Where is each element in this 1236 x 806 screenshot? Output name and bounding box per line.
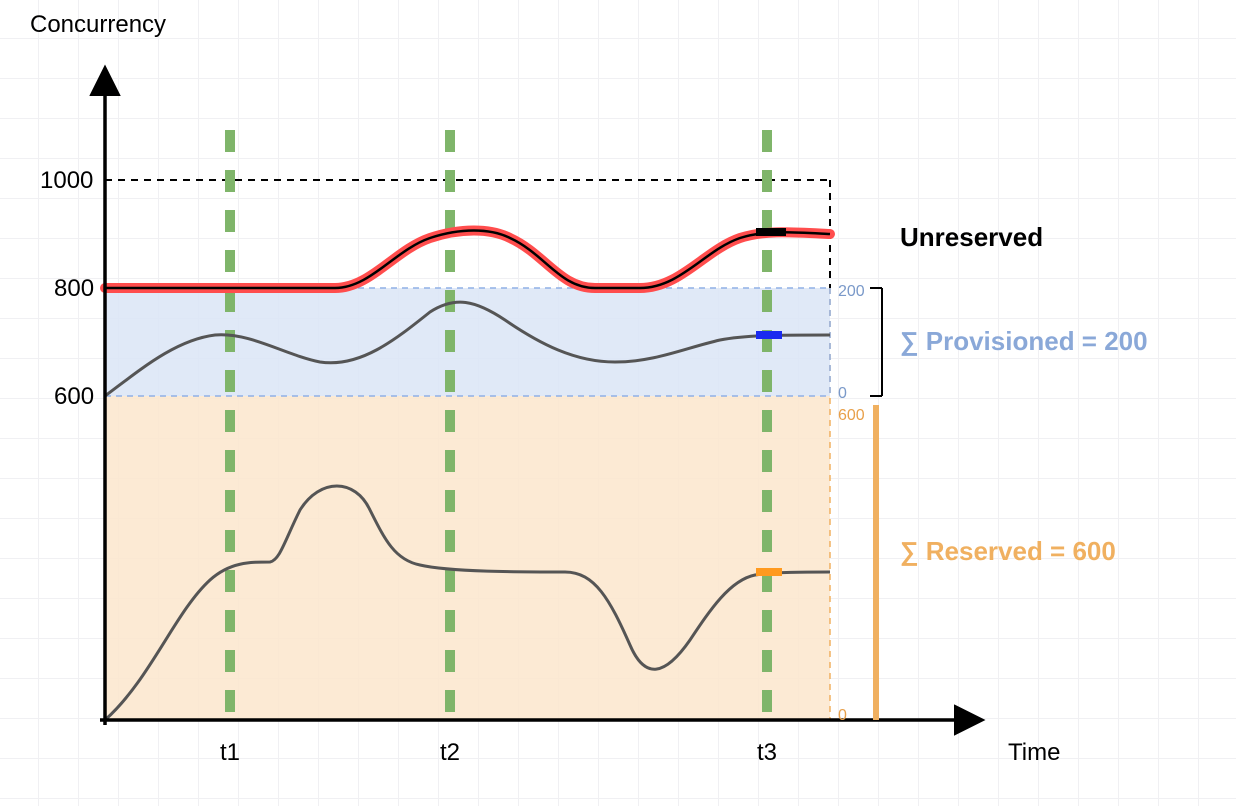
- unreserved-curve: [105, 231, 830, 289]
- y-tick-600: 600: [54, 383, 94, 410]
- x-axis-label: Time: [1008, 739, 1060, 766]
- marker-unreserved-t3: [756, 228, 786, 236]
- unreserved-label: Unreserved: [900, 222, 1043, 252]
- y-tick-800: 800: [54, 275, 94, 302]
- unreserved-curve-highlight: [105, 231, 830, 289]
- provisioned-bracket: [870, 288, 882, 396]
- x-tick-t3: t3: [757, 739, 777, 766]
- x-tick-t1: t1: [220, 739, 240, 766]
- provisioned-scale-top: 200: [838, 283, 865, 300]
- y-axis-label: Concurrency: [30, 11, 166, 38]
- provisioned-label: ∑ Provisioned = 200: [900, 326, 1148, 356]
- reserved-scale-bottom: 0: [838, 707, 847, 724]
- y-tick-1000: 1000: [40, 167, 93, 194]
- marker-provisioned-t3: [756, 331, 782, 339]
- concurrency-diagram: 600 800 1000 t1 t2 t3 Concurrency Time 2…: [0, 0, 1236, 806]
- marker-reserved-t3: [756, 568, 782, 576]
- x-tick-t2: t2: [440, 739, 460, 766]
- reserved-scale-top: 600: [838, 407, 865, 424]
- reserved-label: ∑ Reserved = 600: [900, 536, 1116, 566]
- provisioned-scale-bottom: 0: [838, 385, 847, 402]
- reserved-region: [105, 396, 830, 720]
